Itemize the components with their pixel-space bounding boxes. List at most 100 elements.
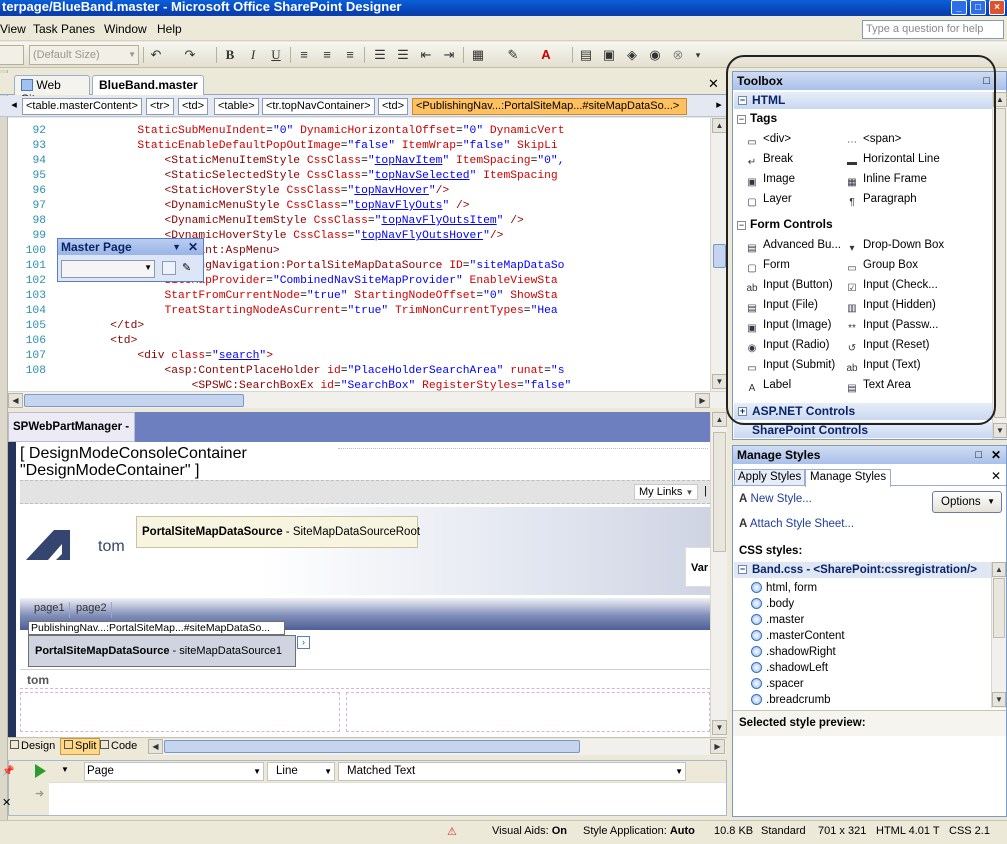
style-rule[interactable]: html, form [751, 580, 817, 596]
group-tags[interactable]: − Tags [737, 111, 777, 125]
tab-apply-styles[interactable]: Apply Styles [734, 469, 806, 486]
tool-label[interactable]: A Label [745, 377, 791, 394]
numbered-list-icon[interactable]: ☰ [372, 47, 388, 63]
font-name-select[interactable] [0, 45, 24, 65]
bold-icon[interactable]: B [222, 47, 238, 63]
style-rule[interactable]: .body [751, 596, 794, 612]
scroll-down-icon[interactable]: ▼ [712, 374, 727, 389]
font-color-icon[interactable]: A [538, 47, 554, 63]
tab-blueband-master[interactable]: BlueBand.master [92, 75, 204, 95]
align-center-icon[interactable]: ≡ [319, 47, 335, 63]
crumb-publishing-nav[interactable]: <PublishingNav...:PortalSiteMap...#siteM… [412, 98, 687, 115]
column-matched-text[interactable]: Matched Text ▼ [338, 762, 686, 781]
find-results-list[interactable] [49, 782, 726, 815]
tab-web-site[interactable]: Web Site [14, 75, 90, 106]
content-zone-right[interactable] [346, 692, 710, 732]
code-line[interactable]: StartFromCurrentNode="true" StartingNode… [56, 289, 710, 304]
scroll-down-icon[interactable]: ▼ [992, 692, 1006, 707]
crumb-table-mastercontent[interactable]: <table.masterContent> [22, 98, 142, 115]
close-icon[interactable]: ✕ [991, 469, 1001, 483]
scroll-thumb[interactable] [164, 740, 580, 753]
tab-code[interactable]: Code [100, 739, 137, 755]
close-icon[interactable]: ✕ [991, 446, 1001, 464]
undo-icon[interactable]: ↶ [148, 47, 164, 63]
code-line[interactable]: <StaticMenuItemStyle CssClass="topNavIte… [56, 154, 710, 169]
tool-layer[interactable]: ▢ Layer [745, 191, 792, 208]
scroll-thumb[interactable] [713, 244, 726, 268]
tool-advanced-button[interactable]: ▤ Advanced Bu... [745, 237, 841, 254]
design-view[interactable]: SPWebPartManager - [ DesignModeConsoleCo… [8, 412, 710, 737]
code-line[interactable]: <StaticHoverStyle CssClass="topNavHover"… [56, 184, 710, 199]
tool-hr[interactable]: ▬ Horizontal Line [845, 151, 940, 168]
tool-password[interactable]: ** Input (Passw... [845, 317, 938, 334]
scroll-up-icon[interactable]: ▲ [993, 92, 1007, 107]
menu-task-panes[interactable]: Task Panes [33, 22, 95, 36]
nav-tab-page1[interactable]: page1 [30, 602, 70, 618]
rendering-mode[interactable]: Standard [761, 825, 806, 837]
maximize-icon[interactable]: □ [983, 72, 990, 90]
publishing-nav-tag[interactable]: PublishingNav...:PortalSiteMap...#siteMa… [28, 621, 285, 635]
close-icon[interactable]: ✕ [2, 796, 11, 809]
tool-image[interactable]: ▣ Image [745, 171, 795, 188]
options-button[interactable]: Options ▼ [932, 491, 1002, 513]
code-line[interactable]: <td> [56, 334, 710, 349]
tool-span[interactable]: ⋯ <span> [845, 131, 901, 148]
css-version[interactable]: CSS 2.1 [949, 825, 990, 837]
group-form-controls[interactable]: − Form Controls [737, 217, 833, 231]
code-horizontal-scrollbar[interactable]: ◀ ▶ [8, 391, 727, 408]
style-rule[interactable]: .shadowRight [751, 644, 836, 660]
style-rule[interactable]: .master [751, 612, 804, 628]
maximize-icon[interactable]: □ [970, 0, 986, 15]
scroll-right-icon[interactable]: ▶ [695, 393, 710, 408]
scroll-right-icon[interactable]: ▶ [710, 739, 725, 754]
align-left-icon[interactable]: ≡ [296, 47, 312, 63]
scroll-up-icon[interactable]: ▲ [992, 562, 1006, 577]
edit-master-icon[interactable] [162, 261, 176, 275]
scroll-thumb[interactable] [24, 394, 244, 407]
close-icon[interactable]: ✕ [188, 239, 198, 255]
borders-icon[interactable]: ▦ [470, 47, 486, 63]
tool-reset[interactable]: ↺ Input (Reset) [845, 337, 930, 354]
underline-icon[interactable]: U [268, 47, 284, 63]
code-line[interactable]: TreatStartingNodeAsCurrent="true" TrimNo… [56, 304, 710, 319]
stylesheet-header[interactable]: − Band.css - <SharePoint:cssregistration… [734, 562, 991, 578]
code-line[interactable]: <DynamicMenuItemStyle CssClass="topNavFl… [56, 214, 710, 229]
attach-stylesheet-link[interactable]: A Attach Style Sheet... [739, 518, 854, 530]
section-sharepoint[interactable]: SharePoint Controls [734, 422, 993, 438]
crumb-tr[interactable]: <tr> [146, 98, 174, 115]
layer-icon[interactable]: ▣ [601, 47, 617, 63]
align-right-icon[interactable]: ≡ [342, 47, 358, 63]
maximize-icon[interactable]: □ [975, 446, 982, 464]
next-result-icon[interactable]: ➜ [35, 787, 44, 800]
tab-manage-styles[interactable]: Manage Styles [805, 469, 892, 487]
crumb-td[interactable]: <td> [178, 98, 209, 115]
play-icon[interactable] [35, 764, 46, 778]
sitemap-root-control[interactable]: PortalSiteMapDataSource - SiteMapDataSou… [136, 516, 420, 548]
code-line[interactable]: <StaticSelectedStyle CssClass="topNavSel… [56, 169, 710, 184]
scroll-down-icon[interactable]: ▼ [712, 720, 727, 735]
tool-dropdown[interactable]: ▾ Drop-Down Box [845, 237, 944, 254]
close-icon[interactable]: × [989, 0, 1005, 15]
stop-icon[interactable]: ⊗ [670, 47, 686, 63]
help-search-input[interactable]: Type a question for help [862, 20, 1004, 39]
code-line[interactable]: <div class="search"> [56, 349, 710, 364]
minimize-icon[interactable]: _ [951, 0, 967, 15]
code-line[interactable]: <DynamicMenuStyle CssClass="topNavFlyOut… [56, 199, 710, 214]
table-icon[interactable]: ▤ [578, 47, 594, 63]
page-dimensions[interactable]: 701 x 321 [818, 825, 866, 837]
my-links[interactable]: My Links ▼ [634, 484, 699, 500]
tool-paragraph[interactable]: ¶ Paragraph [845, 191, 916, 208]
new-style-link[interactable]: A New Style... [739, 493, 812, 505]
scroll-up-icon[interactable]: ▲ [712, 412, 727, 427]
tool-textarea[interactable]: ▤ Text Area [845, 377, 911, 394]
tool-groupbox[interactable]: ▭ Group Box [845, 257, 918, 274]
content-zone-left[interactable] [20, 692, 340, 732]
section-html[interactable]: − HTML [734, 92, 993, 109]
view-horizontal-scrollbar[interactable]: ◀ ▶ [148, 739, 726, 755]
column-line[interactable]: Line ▼ [267, 762, 335, 781]
menu-help[interactable]: Help [157, 22, 182, 36]
tool-form[interactable]: ▢ Form [745, 257, 790, 274]
smart-tag-arrow-icon[interactable]: › [297, 636, 310, 649]
master-page-select[interactable]: ▼ [61, 260, 155, 278]
bullet-list-icon[interactable]: ☰ [395, 47, 411, 63]
